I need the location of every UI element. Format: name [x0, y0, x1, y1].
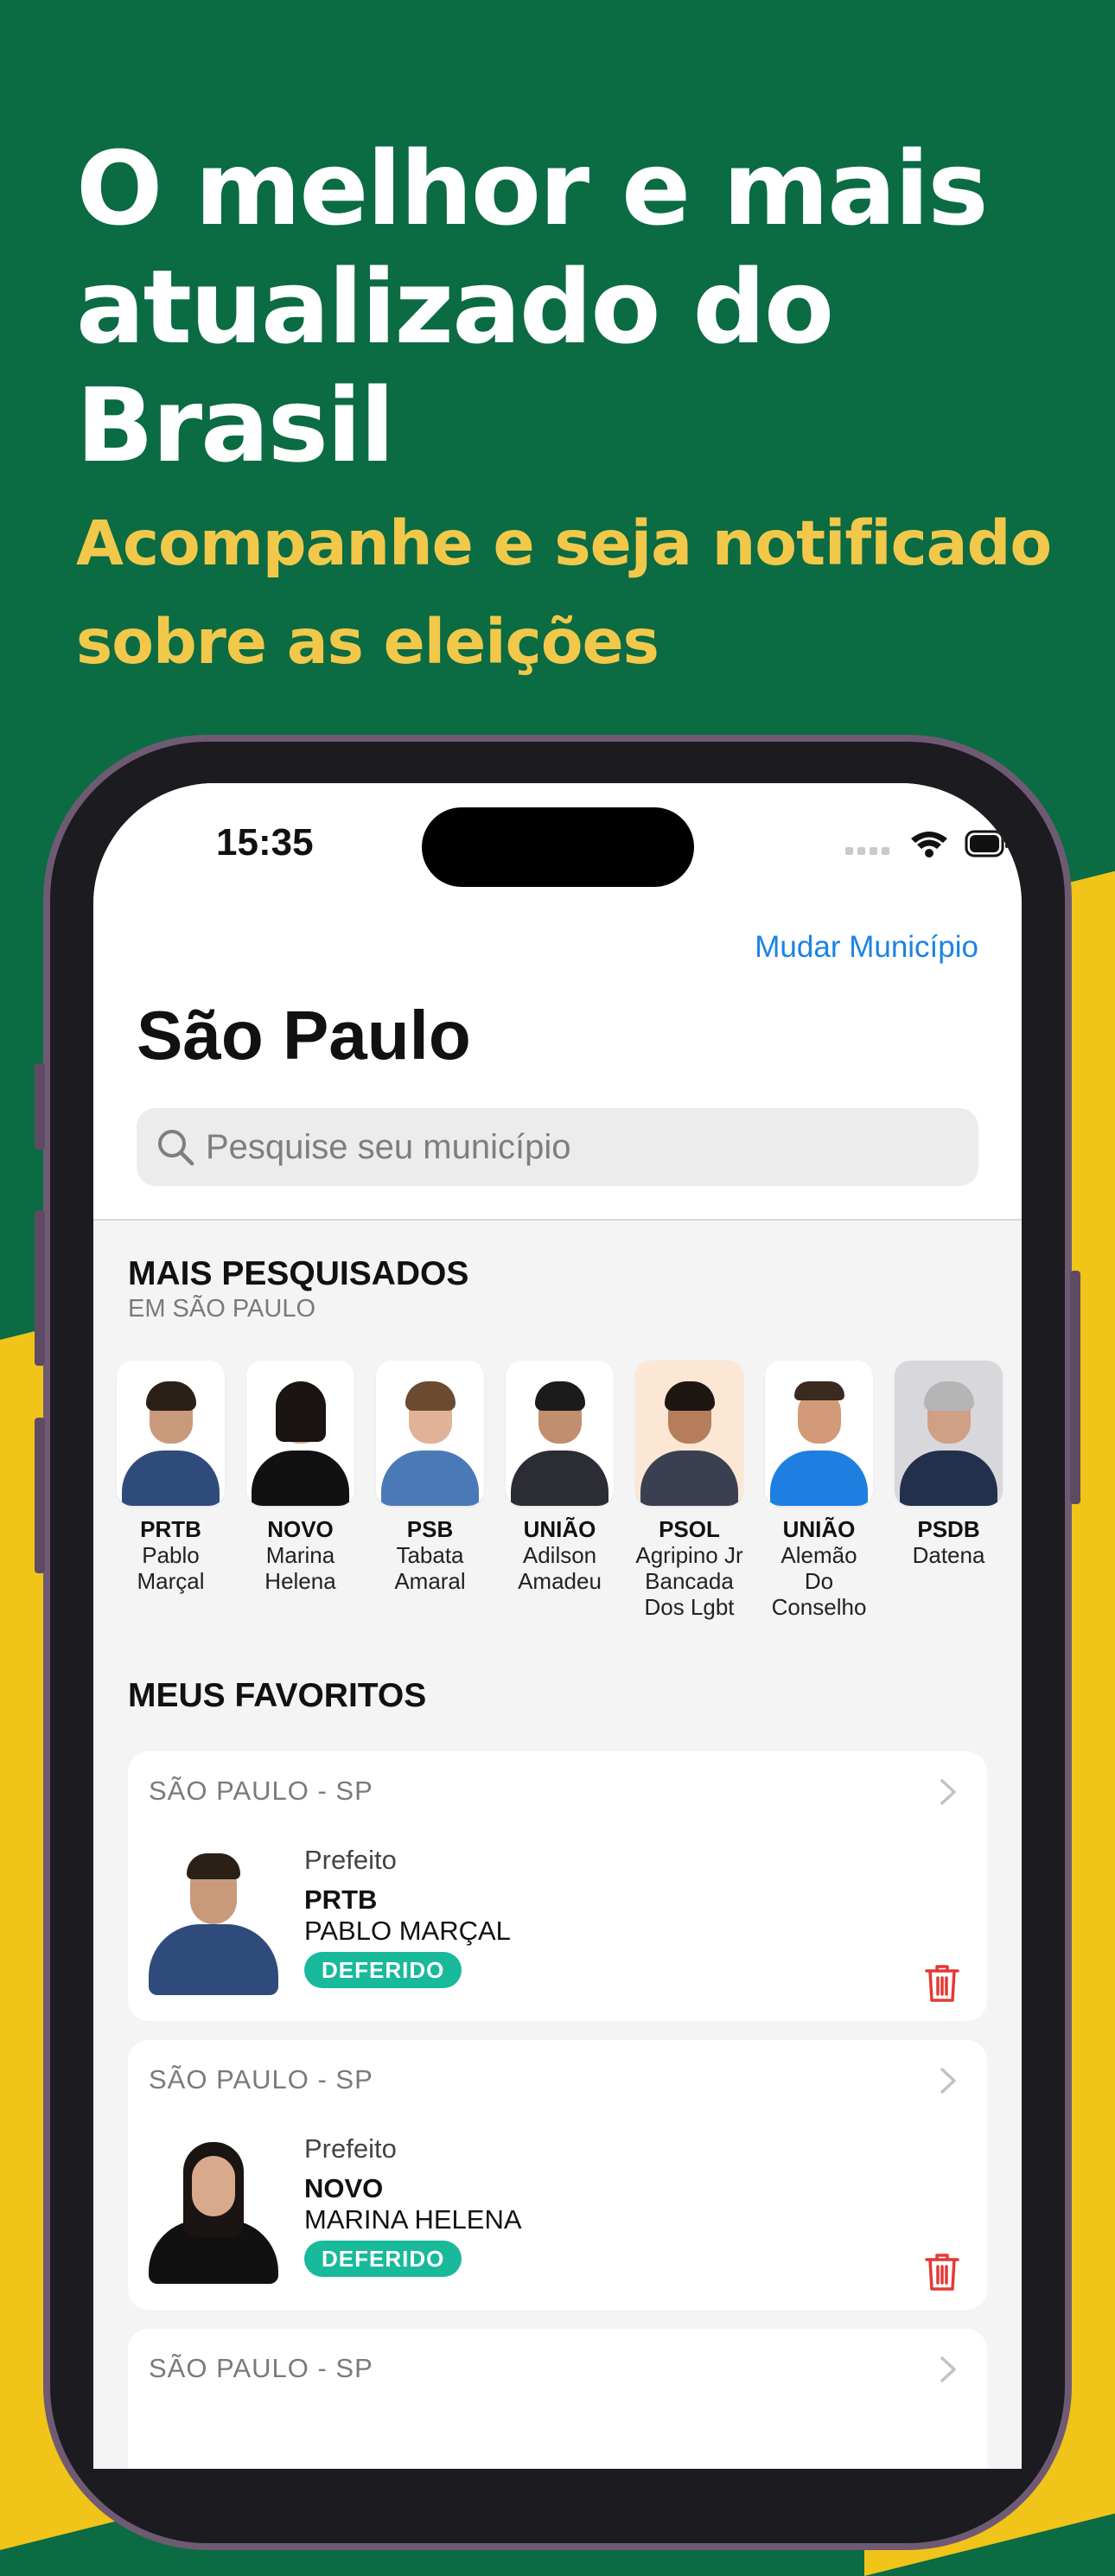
favorite-card[interactable]: SÃO PAULO - SP [128, 2329, 987, 2469]
candidate-name: Datena [912, 1542, 985, 1568]
candidate-photo [149, 2137, 278, 2284]
candidate-party: PSB [406, 1516, 454, 1542]
candidate-name: Tabata Amaral [394, 1542, 466, 1594]
phone-side-button [35, 1063, 45, 1150]
chevron-right-icon[interactable] [939, 1777, 958, 1807]
candidate-photo [635, 1361, 743, 1506]
card-name: MARINA HELENA [304, 2204, 522, 2235]
candidate-photo [506, 1361, 614, 1506]
status-badge: DEFERIDO [304, 1952, 462, 1988]
candidate-party: PSOL [659, 1516, 720, 1542]
card-location: SÃO PAULO - SP [149, 1776, 373, 1806]
trash-icon[interactable] [923, 1962, 961, 2004]
favorites-title: MEUS FAVORITOS [128, 1677, 427, 1714]
candidate-tile[interactable]: PSOL Agripino Jr Bancada Dos Lgbt [635, 1361, 743, 1620]
candidate-tile[interactable]: PSDB Datena [895, 1361, 1003, 1568]
header-area: 15:35 Mudar Município São Paulo [93, 783, 1022, 1221]
candidate-tile[interactable]: UNIÃO Alemão Do Conselho [765, 1361, 873, 1620]
candidate-name: Agripino Jr Bancada Dos Lgbt [635, 1542, 743, 1620]
candidate-photo [246, 1361, 354, 1506]
candidate-name: Pablo Marçal [137, 1542, 205, 1594]
favorite-card[interactable]: SÃO PAULO - SP Prefeito PRTB PABLO MARÇA… [128, 1751, 987, 2021]
candidate-party: UNIÃO [782, 1516, 856, 1542]
candidate-party: UNIÃO [523, 1516, 596, 1542]
battery-icon [965, 830, 1009, 858]
card-party: NOVO [304, 2173, 384, 2203]
change-city-link[interactable]: Mudar Município [755, 930, 978, 965]
candidate-tile[interactable]: PRTB Pablo Marçal [117, 1361, 225, 1594]
candidate-party: NOVO [267, 1516, 334, 1542]
candidate-carousel[interactable]: PRTB Pablo Marçal NOVO Marina Helena PSB… [117, 1361, 1022, 1646]
candidate-party: PRTB [140, 1516, 201, 1542]
phone-side-button [35, 1418, 45, 1573]
most-searched-subtitle: EM SÃO PAULO [128, 1295, 316, 1323]
trash-icon[interactable] [923, 2251, 961, 2292]
wifi-icon [911, 832, 947, 858]
phone-side-button [1070, 1271, 1080, 1504]
chevron-right-icon[interactable] [939, 2066, 958, 2095]
phone-screen: 15:35 Mudar Município São Paulo Pesquise… [93, 783, 1022, 2469]
candidate-name: Alemão Do Conselho [771, 1542, 867, 1620]
candidate-photo [765, 1361, 873, 1506]
card-role: Prefeito [304, 2133, 397, 2164]
cellular-signal-icon [845, 847, 889, 855]
chevron-right-icon[interactable] [939, 2355, 958, 2384]
candidate-name: Marina Helena [264, 1542, 336, 1594]
most-searched-title: MAIS PESQUISADOS [128, 1255, 469, 1292]
card-name: PABLO MARÇAL [304, 1916, 511, 1946]
card-role: Prefeito [304, 1845, 397, 1875]
card-location: SÃO PAULO - SP [149, 2064, 373, 2095]
candidate-party: PSDB [917, 1516, 980, 1542]
candidate-photo [149, 1848, 278, 1995]
favorite-card[interactable]: SÃO PAULO - SP Prefeito NOVO MARINA HELE… [128, 2040, 987, 2310]
candidate-photo [117, 1361, 225, 1506]
promo-subheadline: Acompanhe e seja notificado sobre as ele… [76, 507, 1052, 678]
search-bar[interactable] [137, 1108, 978, 1186]
city-title: São Paulo [137, 997, 471, 1074]
status-icons [845, 830, 1009, 858]
status-badge: DEFERIDO [304, 2241, 462, 2277]
candidate-name: Adilson Amadeu [518, 1542, 602, 1594]
search-icon [158, 1130, 194, 1166]
candidate-tile[interactable]: PSB Tabata Amaral [376, 1361, 484, 1594]
candidate-tile[interactable]: UNIÃO Adilson Amadeu [506, 1361, 614, 1594]
dynamic-island [422, 807, 694, 887]
promo-headline: O melhor e mais atualizado do Brasil [76, 129, 989, 485]
card-location: SÃO PAULO - SP [149, 2353, 373, 2383]
candidate-tile[interactable]: NOVO Marina Helena [246, 1361, 354, 1594]
card-party: PRTB [304, 1884, 378, 1915]
status-time: 15:35 [216, 821, 314, 864]
candidate-photo [376, 1361, 484, 1506]
phone-side-button [35, 1210, 45, 1366]
search-input[interactable] [204, 1120, 951, 1174]
candidate-photo [895, 1361, 1003, 1506]
